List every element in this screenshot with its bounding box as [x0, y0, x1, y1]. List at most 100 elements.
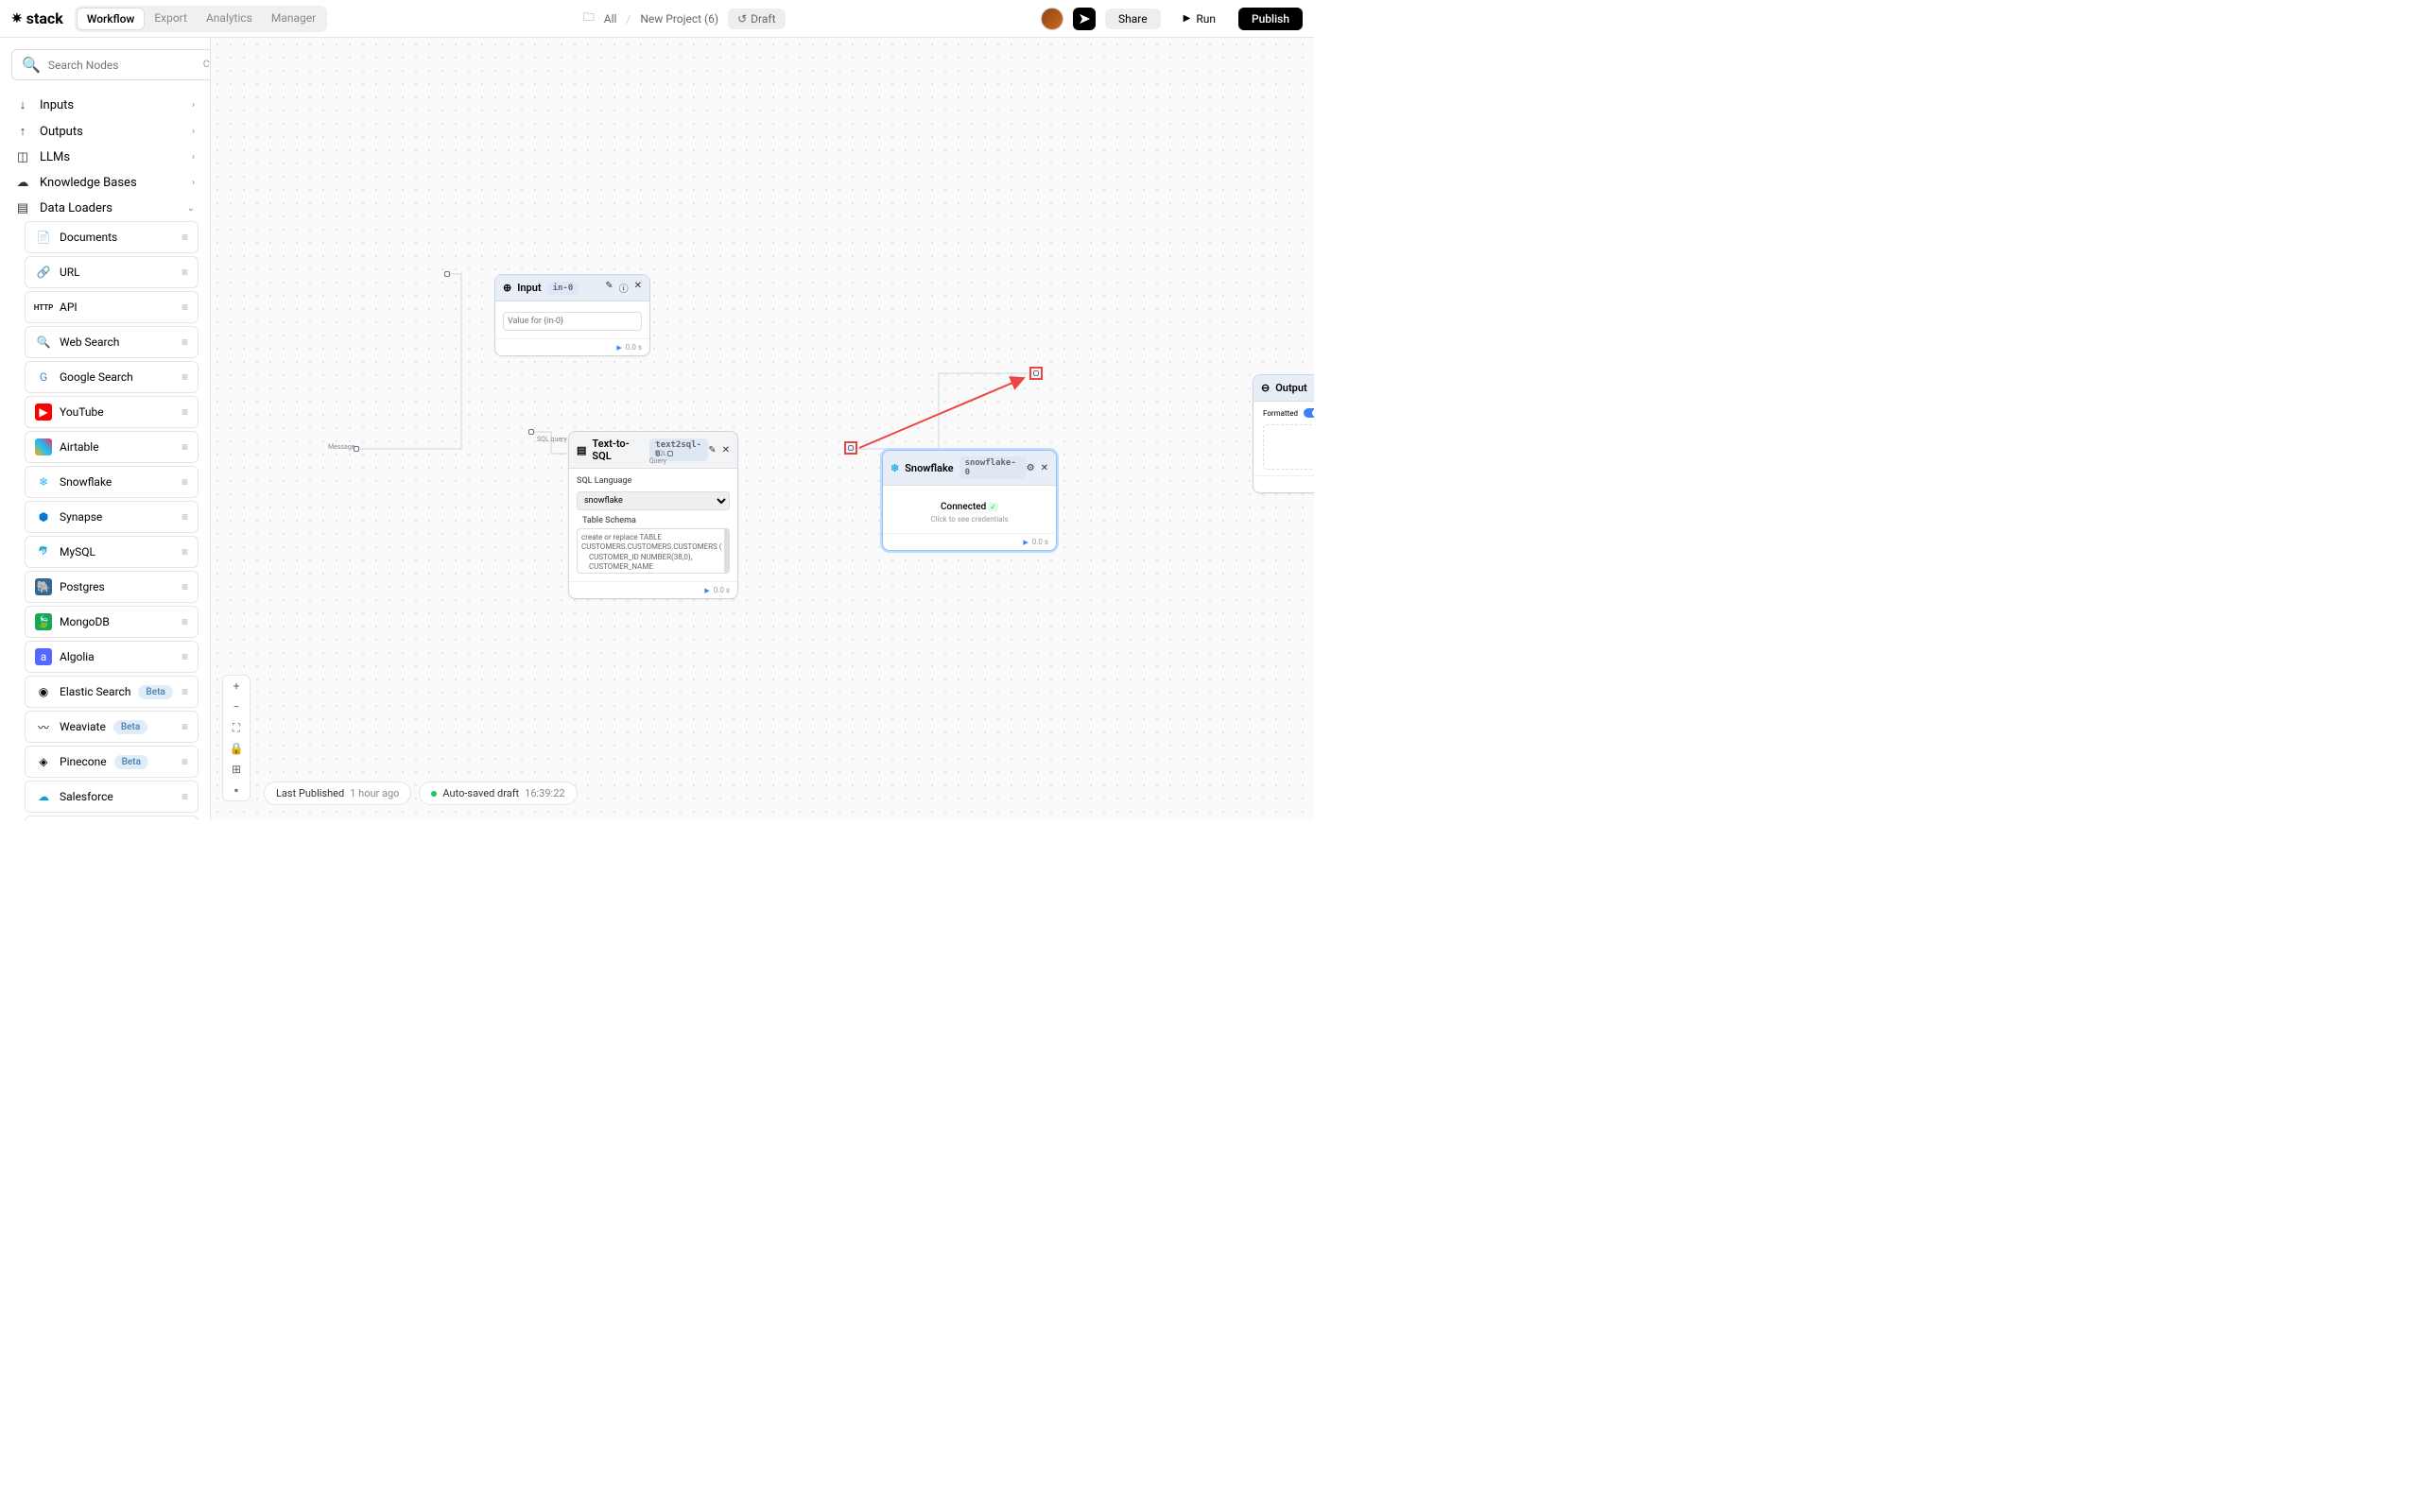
search-input[interactable] — [48, 59, 196, 72]
output-port[interactable] — [848, 445, 854, 451]
output-port-highlight — [844, 441, 857, 455]
output-area[interactable] — [1263, 424, 1314, 470]
mongodb-icon: 🍃 — [35, 613, 52, 630]
zoom-in-button[interactable]: + — [223, 676, 250, 696]
node-id: in-0 — [547, 282, 579, 295]
port-label-sql-query: SQL Query — [646, 451, 666, 465]
nav-tab-group: Workflow Export Analytics Manager — [75, 6, 327, 32]
drag-icon: ≡ — [182, 545, 188, 558]
link-icon: 🔗 — [35, 264, 52, 281]
sidebar-item-google-search[interactable]: GGoogle Search ≡ — [25, 361, 199, 393]
lock-button[interactable]: 🔒 — [223, 738, 250, 759]
publish-button[interactable]: Publish — [1238, 8, 1303, 30]
drag-icon: ≡ — [182, 266, 188, 279]
data-loaders-items: 📄Documents ≡ 🔗URL ≡ HTTPAPI ≡ 🔍Web Searc… — [25, 221, 199, 820]
drag-icon: ≡ — [182, 720, 188, 733]
database-icon: ▤ — [15, 201, 30, 215]
close-icon[interactable]: ✕ — [1041, 463, 1048, 473]
sidebar-category-llms[interactable]: ◫ LLMs › — [11, 145, 199, 170]
sidebar-item-airtable[interactable]: Airtable ≡ — [25, 431, 199, 463]
output-icon: ⊖ — [1261, 382, 1270, 394]
output-port-sql[interactable] — [528, 429, 534, 435]
search-box[interactable]: 🔍 CtrlK — [11, 49, 210, 80]
upload-icon: ↑ — [15, 124, 30, 139]
tab-export[interactable]: Export — [145, 8, 197, 30]
fit-view-button[interactable]: ⛶ — [223, 717, 250, 738]
tab-analytics[interactable]: Analytics — [197, 8, 262, 30]
sidebar-category-knowledge-bases[interactable]: ☁ Knowledge Bases › — [11, 170, 199, 196]
play-icon[interactable]: ▶ — [616, 344, 621, 352]
sidebar-item-youtube[interactable]: ▶YouTube ≡ — [25, 396, 199, 428]
app-logo: ✷ stack — [11, 9, 63, 27]
node-snowflake[interactable]: ❄ Snowflake snowflake-0 ⚙ ✕ Connected✓ C… — [882, 450, 1057, 551]
workflow-canvas[interactable]: ⊕ Input in-0 ✎ ⓘ ✕ ▶ 0.0 s — [210, 38, 1314, 820]
tab-workflow[interactable]: Workflow — [77, 8, 146, 30]
input-value-field[interactable] — [503, 312, 642, 331]
download-icon: ↓ — [15, 97, 30, 112]
sidebar-item-snowflake[interactable]: ❄Snowflake ≡ — [25, 466, 199, 498]
logo-icon: ✷ — [11, 11, 23, 26]
node-id: snowflake-0 — [959, 456, 1027, 479]
algolia-icon: a — [35, 648, 52, 665]
edit-icon[interactable]: ✎ — [605, 281, 613, 295]
run-button[interactable]: ▶ Run — [1170, 9, 1229, 29]
grid-button[interactable]: ⊞ — [223, 759, 250, 780]
sql-language-label: SQL Language — [577, 476, 730, 486]
credentials-link[interactable]: Click to see credentials — [889, 515, 1050, 524]
gear-icon[interactable]: ⚙ — [1027, 463, 1035, 473]
document-icon: 📄 — [35, 229, 52, 246]
edit-icon[interactable]: ✎ — [708, 445, 716, 455]
sidebar-item-url[interactable]: 🔗URL ≡ — [25, 256, 199, 288]
sidebar-item-elastic-search[interactable]: ◉Elastic SearchBeta ≡ — [25, 676, 199, 708]
cursor-button[interactable]: ➤ — [1073, 8, 1096, 30]
sidebar-item-algolia[interactable]: aAlgolia ≡ — [25, 641, 199, 673]
close-icon[interactable]: ✕ — [634, 281, 642, 295]
play-icon[interactable]: ▶ — [704, 587, 709, 594]
sidebar-item-postgres[interactable]: 🐘Postgres ≡ — [25, 571, 199, 603]
draft-badge[interactable]: ↺ Draft — [728, 9, 785, 29]
play-icon[interactable]: ▶ — [1023, 539, 1028, 546]
tab-manager[interactable]: Manager — [262, 8, 325, 30]
breadcrumb-folder[interactable]: All — [604, 12, 617, 26]
drag-icon: ≡ — [182, 685, 188, 698]
scrollbar[interactable] — [724, 529, 729, 573]
table-schema-input[interactable]: create or replace TABLE CUSTOMERS.CUSTOM… — [577, 528, 730, 574]
info-icon[interactable]: ⓘ — [619, 281, 629, 295]
sidebar-item-hubspot[interactable]: ⚙HubSpotBeta ≡ — [25, 816, 199, 820]
sidebar-item-web-search[interactable]: 🔍Web Search ≡ — [25, 326, 199, 358]
snowflake-icon: ❄ — [890, 462, 899, 474]
sidebar-item-synapse[interactable]: ⬢Synapse ≡ — [25, 501, 199, 533]
sql-language-select[interactable]: snowflake — [577, 491, 730, 510]
sidebar: 🔍 CtrlK ◁ ↓ Inputs › ↑ Outputs › — [0, 38, 210, 820]
sidebar-item-weaviate[interactable]: 〰WeaviateBeta ≡ — [25, 711, 199, 743]
sidebar-item-documents[interactable]: 📄Documents ≡ — [25, 221, 199, 253]
sidebar-category-outputs[interactable]: ↑ Outputs › — [11, 118, 199, 145]
sidebar-category-inputs[interactable]: ↓ Inputs › — [11, 92, 199, 118]
sidebar-item-salesforce[interactable]: ☁Salesforce ≡ — [25, 781, 199, 813]
sidebar-category-data-loaders[interactable]: ▤ Data Loaders ⌄ — [11, 196, 199, 221]
close-icon[interactable]: ✕ — [722, 445, 730, 455]
sidebar-item-api[interactable]: HTTPAPI ≡ — [25, 291, 199, 323]
minimap-button[interactable]: ▪ — [223, 780, 250, 800]
sql-icon: ▤ — [577, 444, 586, 456]
chevron-down-icon: ⌄ — [187, 203, 195, 214]
zoom-out-button[interactable]: − — [223, 696, 250, 717]
sidebar-item-mongodb[interactable]: 🍃MongoDB ≡ — [25, 606, 199, 638]
user-avatar[interactable] — [1041, 8, 1063, 30]
formatted-toggle[interactable] — [1304, 408, 1314, 418]
node-input[interactable]: ⊕ Input in-0 ✎ ⓘ ✕ ▶ 0.0 s — [494, 274, 650, 356]
port-label-message: Message — [328, 444, 355, 452]
chevron-right-icon: › — [192, 127, 195, 137]
input-port-sql[interactable] — [667, 451, 673, 456]
input-port[interactable] — [1033, 370, 1039, 376]
drag-icon: ≡ — [182, 335, 188, 349]
sidebar-item-mysql[interactable]: 🐬MySQL ≡ — [25, 536, 199, 568]
synapse-icon: ⬢ — [35, 508, 52, 525]
output-port[interactable] — [444, 271, 450, 277]
input-port[interactable] — [354, 446, 359, 452]
http-icon: HTTP — [35, 299, 52, 316]
sidebar-item-pinecone[interactable]: ◈PineconeBeta ≡ — [25, 746, 199, 778]
share-button[interactable]: Share — [1105, 9, 1161, 29]
breadcrumb-project[interactable]: New Project (6) — [640, 12, 718, 26]
node-output[interactable]: ⊖ Output out-0 ✎ ⓘ ✕ Formatted ⎘ — [1253, 374, 1314, 493]
